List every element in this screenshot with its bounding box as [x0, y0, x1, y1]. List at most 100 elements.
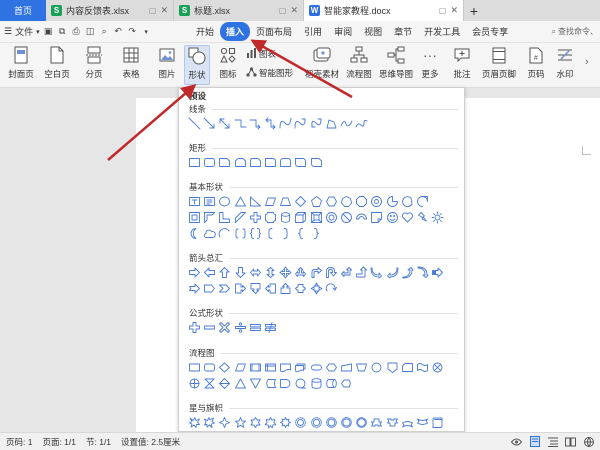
print-icon[interactable]: ⎙	[71, 26, 82, 37]
shape-elbowarrow-icon[interactable]	[248, 116, 263, 130]
shape-star7-icon[interactable]	[263, 415, 278, 429]
page-number-button[interactable]: # 页码	[522, 46, 550, 80]
shape-dblbracket-icon[interactable]	[233, 226, 248, 240]
shape-calloutLR-icon[interactable]	[293, 281, 308, 295]
menu-review[interactable]: 审阅	[328, 22, 358, 41]
shape-fProcess-icon[interactable]	[187, 360, 202, 374]
menu-page-layout[interactable]: 页面布局	[250, 22, 298, 41]
shape-sun-icon[interactable]	[430, 210, 445, 224]
shape-fTerminator-icon[interactable]	[309, 360, 324, 374]
shape-cross-icon[interactable]	[248, 210, 263, 224]
shape-equal-icon[interactable]	[248, 320, 263, 334]
chevron-down-icon[interactable]: ▾	[36, 28, 40, 36]
shape-arrUturn-icon[interactable]	[324, 265, 339, 279]
shape-notequal-icon[interactable]	[263, 320, 278, 334]
shape-arrStriped-icon[interactable]	[430, 265, 445, 279]
shape-curvedRibbonUp-icon[interactable]	[400, 415, 415, 429]
shape-round2-icon[interactable]	[278, 155, 293, 169]
menu-references[interactable]: 引用	[298, 22, 328, 41]
web-view-icon[interactable]	[583, 436, 594, 447]
shape-star16-icon[interactable]	[324, 415, 339, 429]
shape-arrU-icon[interactable]	[217, 265, 232, 279]
shape-rbrace-icon[interactable]	[309, 226, 324, 240]
table-button[interactable]: 表格	[118, 46, 144, 80]
shape-arrCurR-icon[interactable]	[369, 265, 384, 279]
shape-rbracket-icon[interactable]	[278, 226, 293, 240]
shape-fCard-icon[interactable]	[400, 360, 415, 374]
shape-curve-icon[interactable]	[278, 116, 293, 130]
shape-curvedRibbonDown-icon[interactable]	[415, 415, 430, 429]
shape-arrLR-icon[interactable]	[248, 265, 263, 279]
shape-divide-icon[interactable]	[233, 320, 248, 334]
shape-decagon-icon[interactable]	[369, 194, 384, 208]
shape-star24-icon[interactable]	[339, 415, 354, 429]
shape-freeform-icon[interactable]	[324, 116, 339, 130]
shape-plaque-icon[interactable]	[263, 210, 278, 224]
flowchart-button[interactable]: 流程图	[344, 46, 374, 80]
shape-roundsnip-icon[interactable]	[309, 155, 324, 169]
redo-icon[interactable]: ↷	[127, 26, 138, 37]
shape-star10-icon[interactable]	[293, 415, 308, 429]
shape-fPrep-icon[interactable]	[324, 360, 339, 374]
shape-star5-icon[interactable]	[233, 415, 248, 429]
shape-sniprnd-icon[interactable]	[248, 155, 263, 169]
shape-squiggle-icon[interactable]	[354, 116, 369, 130]
menu-icon[interactable]: ☰	[4, 26, 12, 37]
picture-button[interactable]: 图片	[154, 46, 180, 80]
read-view-icon[interactable]	[565, 436, 576, 447]
shape-fExtract-icon[interactable]	[233, 376, 248, 390]
shape-moon-icon[interactable]	[187, 226, 202, 240]
file-menu[interactable]: 文件	[15, 25, 33, 38]
tab-tutorial-docx[interactable]: W 智能家教程.docx ▢ ✕	[304, 0, 464, 21]
status-page[interactable]: 页码: 1	[0, 436, 32, 448]
shape-scribble-icon[interactable]	[339, 116, 354, 130]
chart-button[interactable]: 图表	[246, 48, 276, 60]
shape-fManualIn-icon[interactable]	[339, 360, 354, 374]
menu-start[interactable]: 开始	[190, 22, 220, 41]
shape-rtriangle-icon[interactable]	[248, 194, 263, 208]
command-search[interactable]: ⌕ 查找命令、	[552, 26, 598, 37]
status-setting[interactable]: 设置值: 2.5厘米	[111, 436, 180, 448]
shape-arrBent-icon[interactable]	[309, 265, 324, 279]
shape-fDirect-icon[interactable]	[324, 376, 339, 390]
shape-diamond-icon[interactable]	[293, 194, 308, 208]
mindmap-button[interactable]: 思维导图	[376, 46, 416, 80]
shape-elbow-icon[interactable]	[233, 116, 248, 130]
shape-roundrect-icon[interactable]	[202, 155, 217, 169]
shape-star8-icon[interactable]	[278, 415, 293, 429]
shape-fAltProcess-icon[interactable]	[202, 360, 217, 374]
pin-icon[interactable]: ▢	[439, 6, 447, 15]
shape-star32-icon[interactable]	[354, 415, 369, 429]
shape-smiley-icon[interactable]	[384, 210, 399, 224]
shape-pie-icon[interactable]	[384, 194, 399, 208]
shape-fCollate-icon[interactable]	[202, 376, 217, 390]
ribbon-scroll-right[interactable]: ›	[585, 56, 589, 68]
preview-icon[interactable]: ◫	[85, 26, 96, 37]
menu-view[interactable]: 视图	[358, 22, 388, 41]
undo-icon[interactable]: ↶	[113, 26, 124, 37]
shape-fSeqAccess-icon[interactable]	[293, 376, 308, 390]
close-icon[interactable]: ✕	[160, 5, 168, 16]
shape-arrD-icon[interactable]	[233, 265, 248, 279]
pin-icon[interactable]: ▢	[279, 6, 287, 15]
shape-arrR-icon[interactable]	[187, 265, 202, 279]
tab-feedback-xlsx[interactable]: S 内容反馈表.xlsx ▢ ✕	[46, 0, 174, 21]
shape-fPredef-icon[interactable]	[248, 360, 263, 374]
shape-textbox-icon[interactable]	[187, 194, 202, 208]
shape-arrL-icon[interactable]	[202, 265, 217, 279]
shape-heart-icon[interactable]	[400, 210, 415, 224]
shape-pentArrow-icon[interactable]	[202, 281, 217, 295]
shape-octagon-icon[interactable]	[354, 194, 369, 208]
shape-dblarrow-icon[interactable]	[217, 116, 232, 130]
shape-arrUD-icon[interactable]	[263, 265, 278, 279]
icon-button[interactable]: 图标	[216, 46, 240, 80]
shape-roundsame-icon[interactable]	[293, 155, 308, 169]
shape-star4-icon[interactable]	[217, 415, 232, 429]
shape-rect-icon[interactable]	[187, 155, 202, 169]
shape-circArrow-icon[interactable]	[324, 281, 339, 295]
shape-calloutR-icon[interactable]	[233, 281, 248, 295]
menu-member[interactable]: 会员专享	[466, 22, 514, 41]
shape-lshape-icon[interactable]	[217, 210, 232, 224]
status-pages[interactable]: 页面: 1/1	[32, 436, 76, 448]
shape-calloutU-icon[interactable]	[278, 281, 293, 295]
